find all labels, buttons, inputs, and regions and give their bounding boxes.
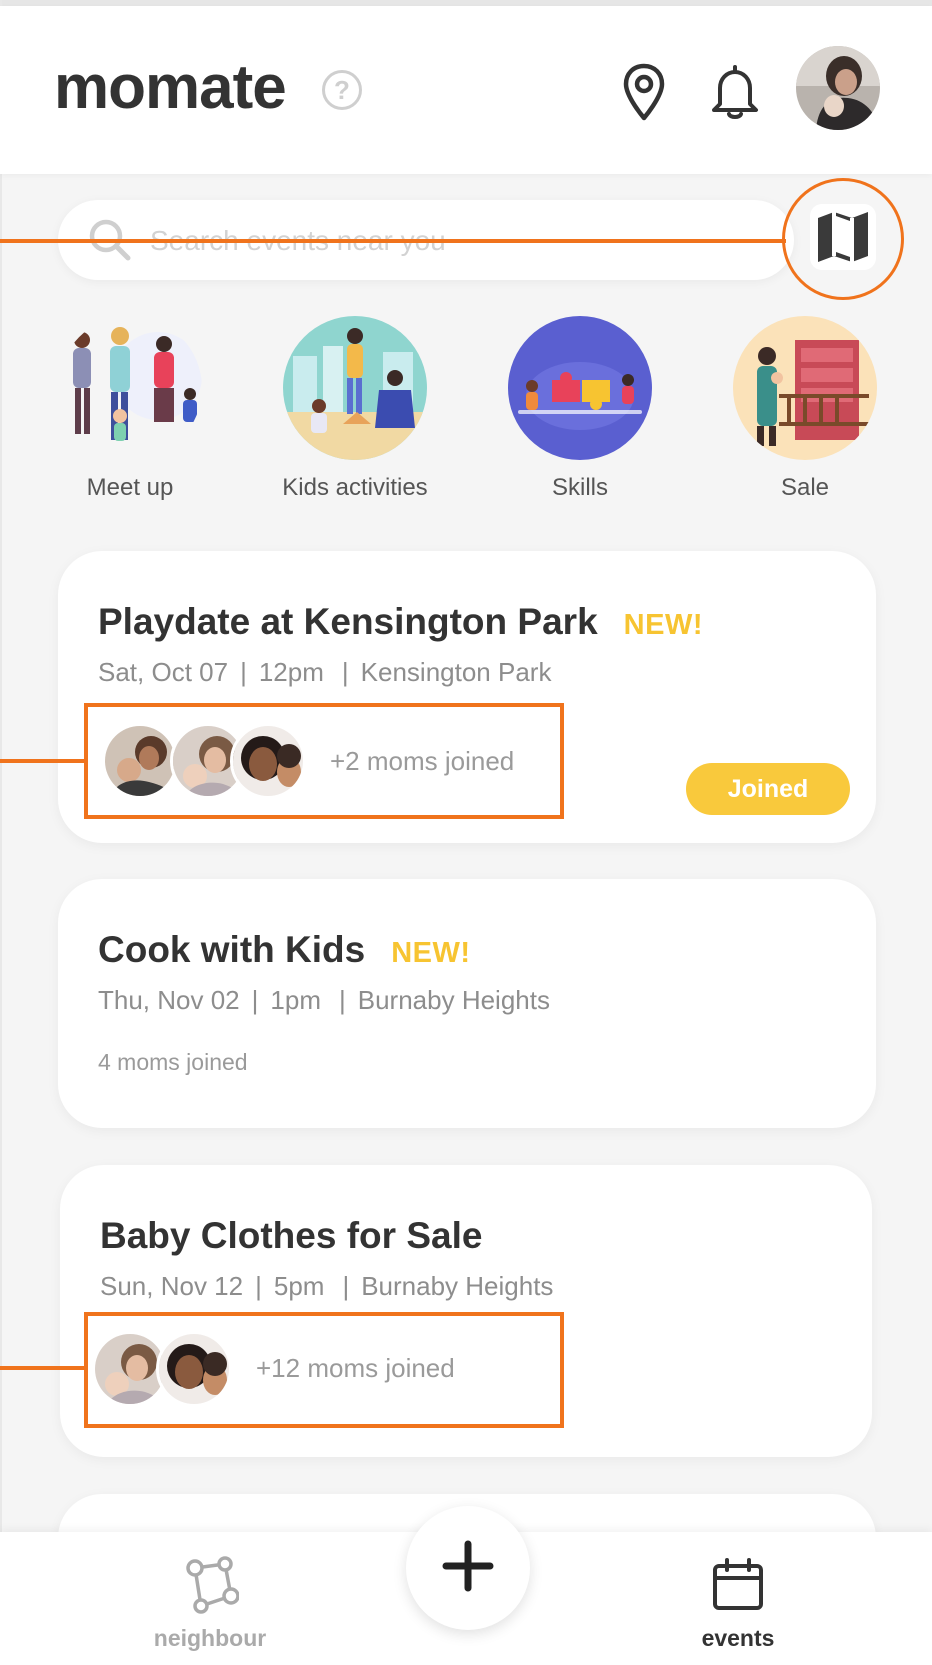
left-edge <box>0 0 2 1665</box>
location-pin-icon[interactable] <box>622 62 666 122</box>
joined-button[interactable]: Joined <box>686 763 850 815</box>
category-sale[interactable]: Sale <box>705 316 905 502</box>
annotation-line <box>0 1366 86 1370</box>
joined-count: 4 moms joined <box>98 1049 248 1075</box>
event-title: Baby Clothes for Sale <box>100 1215 482 1257</box>
nav-label: neighbour <box>153 1625 267 1651</box>
category-meet-up[interactable]: Meet up <box>30 316 230 502</box>
annotation-box <box>84 703 564 819</box>
category-label: Sale <box>780 474 830 501</box>
help-icon[interactable]: ? <box>322 70 362 110</box>
meta-separator: | <box>251 985 259 1015</box>
app-logo: momate <box>54 53 287 122</box>
meta-separator: | <box>240 657 247 687</box>
bell-icon[interactable] <box>710 62 760 120</box>
add-event-button[interactable] <box>406 1506 530 1630</box>
event-location: Kensington Park <box>360 657 552 687</box>
event-title: Cook with Kids NEW! <box>98 929 471 971</box>
nav-label: events <box>701 1625 775 1651</box>
meta-separator: | <box>338 985 346 1015</box>
event-meta: Thu, Nov 02 | 1pm | Burnaby Heights <box>98 985 550 1016</box>
annotation-box <box>84 1312 564 1428</box>
event-date: Sun, Nov 12 <box>100 1271 244 1301</box>
event-title-text: Baby Clothes for Sale <box>100 1215 483 1256</box>
event-date: Sat, Oct 07 <box>98 657 229 687</box>
category-label: Meet up <box>86 474 174 501</box>
event-date: Thu, Nov 02 <box>98 985 240 1015</box>
avatar[interactable] <box>796 46 880 130</box>
kids-activities-illustration <box>283 316 427 460</box>
category-label: Kids activities <box>282 474 428 501</box>
meta-separator: | <box>255 1271 262 1301</box>
event-time: 12pm <box>258 657 324 687</box>
event-time: 1pm <box>270 985 321 1015</box>
annotation-circle <box>782 178 904 300</box>
new-badge: NEW! <box>391 937 471 969</box>
category-kids-activities[interactable]: Kids activities <box>255 316 455 502</box>
event-card-cook-with-kids[interactable]: Cook with Kids NEW! Thu, Nov 02 | 1pm | Burna… <box>58 879 876 1128</box>
event-location: Burnaby Heights <box>357 985 550 1015</box>
meta-separator: | <box>342 1271 350 1301</box>
app-header: momate ? <box>0 6 932 174</box>
event-meta: Sun, Nov 12 | 5pm | Burnaby Heights <box>100 1271 553 1302</box>
event-time: 5pm <box>273 1271 325 1301</box>
calendar-icon <box>713 1558 763 1610</box>
skills-puzzle-illustration <box>508 316 652 460</box>
meet-up-illustration <box>58 316 202 460</box>
annotation-line <box>0 239 786 243</box>
screen: momate ? Search events near you Meet up … <box>0 0 932 1665</box>
annotation-line <box>0 759 86 763</box>
category-skills[interactable]: Skills <box>480 316 680 502</box>
meta-separator: | <box>341 657 349 687</box>
new-badge: NEW! <box>623 609 703 641</box>
plus-icon <box>442 1540 494 1592</box>
event-title-text: Cook with Kids <box>98 929 366 970</box>
sale-shelf-illustration <box>733 316 877 460</box>
event-location: Burnaby Heights <box>361 1271 554 1301</box>
category-label: Skills <box>551 474 608 501</box>
nav-neighbour[interactable]: neighbour <box>120 1556 300 1652</box>
neighbour-icon <box>186 1556 240 1614</box>
event-title: Playdate at Kensington Park NEW! <box>98 601 703 643</box>
event-meta: Sat, Oct 07 | 12pm | Kensington Park <box>98 657 551 688</box>
event-title-text: Playdate at Kensington Park <box>98 601 598 642</box>
nav-events[interactable]: events <box>648 1556 828 1652</box>
